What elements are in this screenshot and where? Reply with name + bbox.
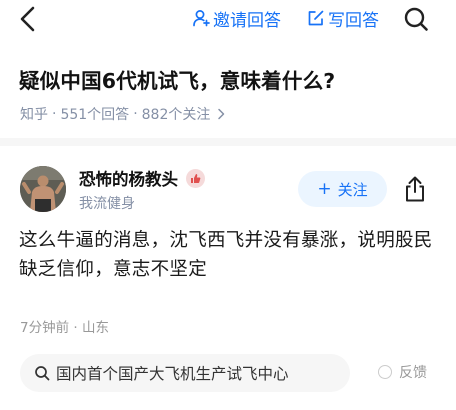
feedback-button[interactable]: 反馈 xyxy=(378,362,427,382)
invite-answer-button[interactable]: 邀请回答 xyxy=(192,6,281,31)
follower-count: 882个关注 xyxy=(141,107,211,123)
back-arrow-icon[interactable] xyxy=(16,4,40,34)
avatar-photo-icon xyxy=(20,166,66,212)
share-icon[interactable] xyxy=(403,175,427,203)
meta-separator: · xyxy=(133,106,138,122)
invite-person-icon xyxy=(193,10,210,27)
author-badge-icon xyxy=(186,168,205,188)
answer-count: 551个回答 xyxy=(60,107,130,123)
avatar[interactable] xyxy=(20,166,66,212)
related-search-label: 国内首个国产大飞机生产试飞中心 xyxy=(56,365,289,383)
invite-answer-label: 邀请回答 xyxy=(213,10,281,31)
section-divider xyxy=(0,138,456,146)
feedback-icon xyxy=(378,365,392,379)
question-title[interactable]: 疑似中国6代机试飞，意味着什么? xyxy=(19,64,335,94)
question-page: 邀请回答 写回答 疑似中国6代机试飞，意味着什么? 知乎 · 551个回答 · … xyxy=(0,0,456,410)
meta-separator: · xyxy=(52,106,57,122)
author-name[interactable]: 恐怖的杨教头 xyxy=(79,166,205,190)
follow-label: 关注 xyxy=(337,180,368,199)
plus-icon: + xyxy=(317,179,332,199)
search-icon xyxy=(35,366,50,381)
edit-icon xyxy=(308,10,324,26)
follow-button[interactable]: + 关注 xyxy=(298,171,387,207)
chevron-right-icon xyxy=(218,108,225,120)
author-name-text: 恐怖的杨教头 xyxy=(79,170,178,189)
write-answer-label: 写回答 xyxy=(328,10,379,31)
write-answer-button[interactable]: 写回答 xyxy=(307,6,379,31)
feedback-label: 反馈 xyxy=(399,365,427,381)
search-icon[interactable] xyxy=(403,6,429,32)
author-bio: 我流健身 xyxy=(79,196,135,212)
answer-body[interactable]: 这么牛逼的消息，沈飞西飞并没有暴涨，说明股民缺乏信仰，意志不坚定 xyxy=(19,226,439,284)
question-source: 知乎 xyxy=(20,107,48,123)
answer-meta: 7分钟前 · 山东 xyxy=(20,320,109,336)
related-search-chip[interactable]: 国内首个国产大飞机生产试飞中心 xyxy=(20,354,350,392)
top-navigation-bar: 邀请回答 写回答 xyxy=(0,0,456,38)
question-meta[interactable]: 知乎 · 551个回答 · 882个关注 xyxy=(20,104,226,124)
